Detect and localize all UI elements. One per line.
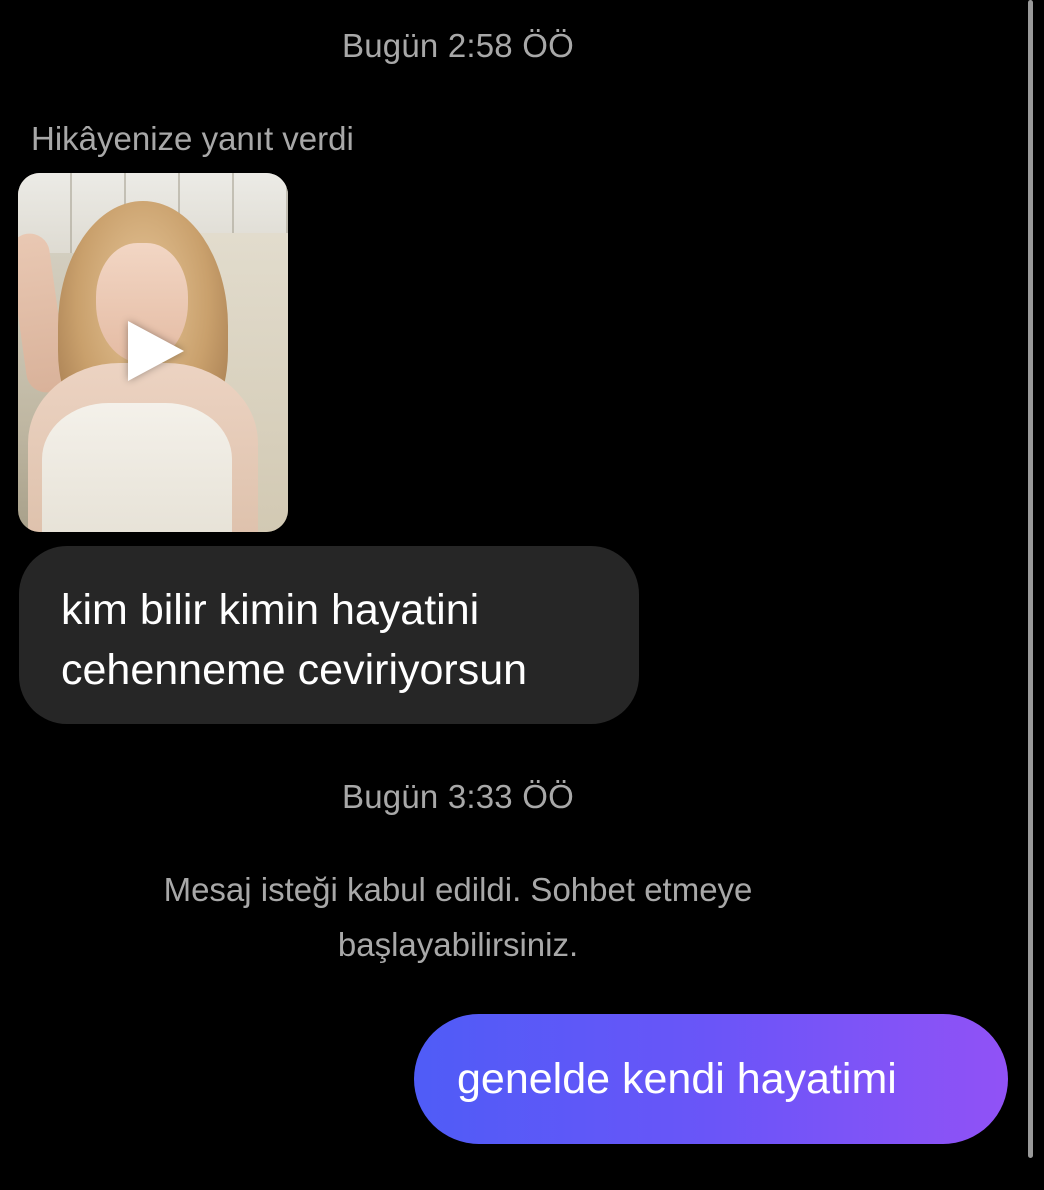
scrollbar[interactable] [1028,0,1033,1158]
system-message: Mesaj isteği kabul edildi. Sohbet etmeye… [0,862,916,972]
message-line: kim bilir kimin hayatini [61,586,480,634]
timestamp: Bugün 3:33 ÖÖ [342,778,574,815]
timestamp: Bugün 2:58 ÖÖ [342,27,574,64]
play-icon[interactable] [128,321,184,381]
system-message-line: başlayabilirsiniz. [337,926,579,963]
system-message-line: Mesaj isteği kabul edildi. Sohbet etmeye [163,871,753,908]
thumbnail-top [42,403,232,532]
story-reply-label: Hikâyenize yanıt verdi [31,120,354,157]
outgoing-message-bubble[interactable]: genelde kendi hayatimi [414,1014,1008,1144]
incoming-message-bubble[interactable]: kim bilir kimin hayatini cehenneme cevir… [19,546,639,724]
story-thumbnail[interactable] [18,173,288,532]
message-line: cehenneme ceviriyorsun [61,646,528,694]
